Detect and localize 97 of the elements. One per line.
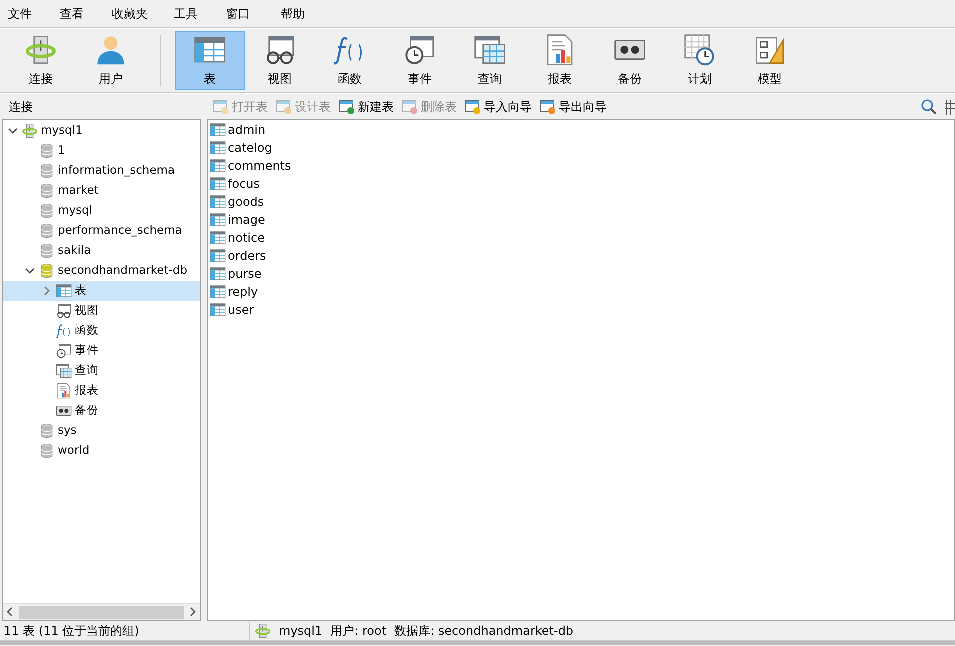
toolbar-button[interactable]: 事件 bbox=[385, 31, 455, 90]
sidebar-title: 连接 bbox=[9, 98, 34, 116]
tree-item[interactable]: sakila bbox=[3, 241, 200, 261]
database-icon bbox=[39, 203, 55, 219]
tree-item[interactable]: information_schema bbox=[3, 161, 200, 181]
search-icon[interactable] bbox=[921, 98, 937, 114]
table-list-item[interactable]: orders bbox=[210, 247, 954, 265]
table-list-item[interactable]: image bbox=[210, 211, 954, 229]
grid-view-icon[interactable] bbox=[945, 98, 955, 114]
menu-item[interactable]: 查看 bbox=[60, 4, 112, 22]
table-list-item[interactable]: comments bbox=[210, 157, 954, 175]
tree-item[interactable]: secondhandmarket-db bbox=[3, 261, 200, 281]
table-list-item[interactable]: focus bbox=[210, 175, 954, 193]
table-icon bbox=[210, 266, 226, 282]
table-icon bbox=[210, 302, 226, 318]
table-action-icon bbox=[540, 98, 556, 114]
status-count: 11 表 (11 位于当前的组) bbox=[4, 622, 140, 640]
toolbar-button[interactable]: 报表 bbox=[525, 31, 595, 90]
table-icon bbox=[210, 230, 226, 246]
toolbar-button[interactable]: 计划 bbox=[665, 31, 735, 90]
table-icon bbox=[210, 194, 226, 210]
tree-item[interactable]: market bbox=[3, 181, 200, 201]
tree-item[interactable]: performance_schema bbox=[3, 221, 200, 241]
toolbar-button[interactable]: 用户 bbox=[76, 31, 146, 90]
tree-item[interactable]: mysql bbox=[3, 201, 200, 221]
tree-item[interactable]: world bbox=[3, 441, 200, 461]
database-icon bbox=[39, 163, 55, 179]
menu-item[interactable]: 窗口 bbox=[226, 4, 281, 22]
table-icon bbox=[210, 176, 226, 192]
function-icon bbox=[56, 323, 72, 339]
query-grid-icon bbox=[56, 363, 72, 379]
database-icon bbox=[39, 443, 55, 459]
menu-item[interactable]: 文件 bbox=[8, 4, 60, 22]
table-icon bbox=[210, 284, 226, 300]
clock-icon bbox=[404, 34, 436, 66]
table-list-item[interactable]: user bbox=[210, 301, 954, 319]
toolbar-action[interactable]: 导入向导 bbox=[461, 98, 536, 116]
tree-item[interactable]: sys bbox=[3, 421, 200, 441]
table-icon bbox=[210, 140, 226, 156]
glasses-icon bbox=[264, 34, 296, 66]
table-action-icon bbox=[213, 98, 229, 114]
database-icon bbox=[39, 263, 55, 279]
tree-item[interactable]: 函数 bbox=[3, 321, 200, 341]
tree-item[interactable]: 查询 bbox=[3, 361, 200, 381]
tree-item[interactable]: 备份 bbox=[3, 401, 200, 421]
menu-item[interactable]: 帮助 bbox=[281, 4, 333, 22]
toolbar-action[interactable]: 导出向导 bbox=[536, 98, 611, 116]
status-database: 数据库: secondhandmarket-db bbox=[394, 622, 574, 640]
query-grid-icon bbox=[474, 34, 506, 66]
toolbar-button[interactable]: 备份 bbox=[595, 31, 665, 90]
toolbar-button[interactable]: 视图 bbox=[245, 31, 315, 90]
calendar-clock-icon bbox=[684, 34, 716, 66]
plug-icon bbox=[255, 622, 271, 638]
table-action-icon bbox=[465, 98, 481, 114]
table-action-icon bbox=[276, 98, 292, 114]
toolbar-button[interactable]: 模型 bbox=[735, 31, 805, 90]
table-action-icon bbox=[339, 98, 355, 114]
cassette-icon bbox=[56, 403, 72, 419]
tree-item[interactable]: 1 bbox=[3, 141, 200, 161]
database-icon bbox=[39, 423, 55, 439]
table-list-item[interactable]: notice bbox=[210, 229, 954, 247]
scrollbar-thumb[interactable] bbox=[19, 606, 184, 618]
report-icon bbox=[56, 383, 72, 399]
table-list-item[interactable]: goods bbox=[210, 193, 954, 211]
table-icon bbox=[210, 248, 226, 264]
status-connection: mysql1 bbox=[279, 622, 323, 640]
table-action-icon bbox=[402, 98, 418, 114]
glasses-icon bbox=[56, 303, 72, 319]
table-icon bbox=[210, 158, 226, 174]
toolbar-button[interactable]: 函数 bbox=[315, 31, 385, 90]
table-list-item[interactable]: catelog bbox=[210, 139, 954, 157]
toolbar-button[interactable]: 查询 bbox=[455, 31, 525, 90]
database-icon bbox=[39, 143, 55, 159]
plug-icon bbox=[22, 123, 38, 139]
tree-item[interactable]: mysql1 bbox=[3, 121, 200, 141]
toolbar-action[interactable]: 新建表 bbox=[335, 98, 398, 116]
table-list-item[interactable]: purse bbox=[210, 265, 954, 283]
status-user: 用户: root bbox=[330, 622, 387, 640]
tree-item[interactable]: 表 bbox=[3, 281, 200, 301]
tree-item[interactable]: 视图 bbox=[3, 301, 200, 321]
table-list-item[interactable]: admin bbox=[210, 121, 954, 139]
table-list-item[interactable]: reply bbox=[210, 283, 954, 301]
tree-item[interactable]: 报表 bbox=[3, 381, 200, 401]
toolbar-button[interactable]: 连接 bbox=[6, 31, 76, 90]
menu-item[interactable]: 收藏夹 bbox=[112, 4, 174, 22]
plug-icon bbox=[25, 34, 57, 66]
database-icon bbox=[39, 243, 55, 259]
database-icon bbox=[39, 183, 55, 199]
tree-item[interactable]: 事件 bbox=[3, 341, 200, 361]
toolbar-button[interactable]: 表 bbox=[175, 31, 245, 90]
table-icon bbox=[210, 212, 226, 228]
user-icon bbox=[95, 34, 127, 66]
table-icon bbox=[56, 283, 72, 299]
menu-item[interactable]: 工具 bbox=[174, 4, 226, 22]
clock-icon bbox=[56, 343, 72, 359]
table-icon bbox=[210, 122, 226, 138]
database-icon bbox=[39, 223, 55, 239]
